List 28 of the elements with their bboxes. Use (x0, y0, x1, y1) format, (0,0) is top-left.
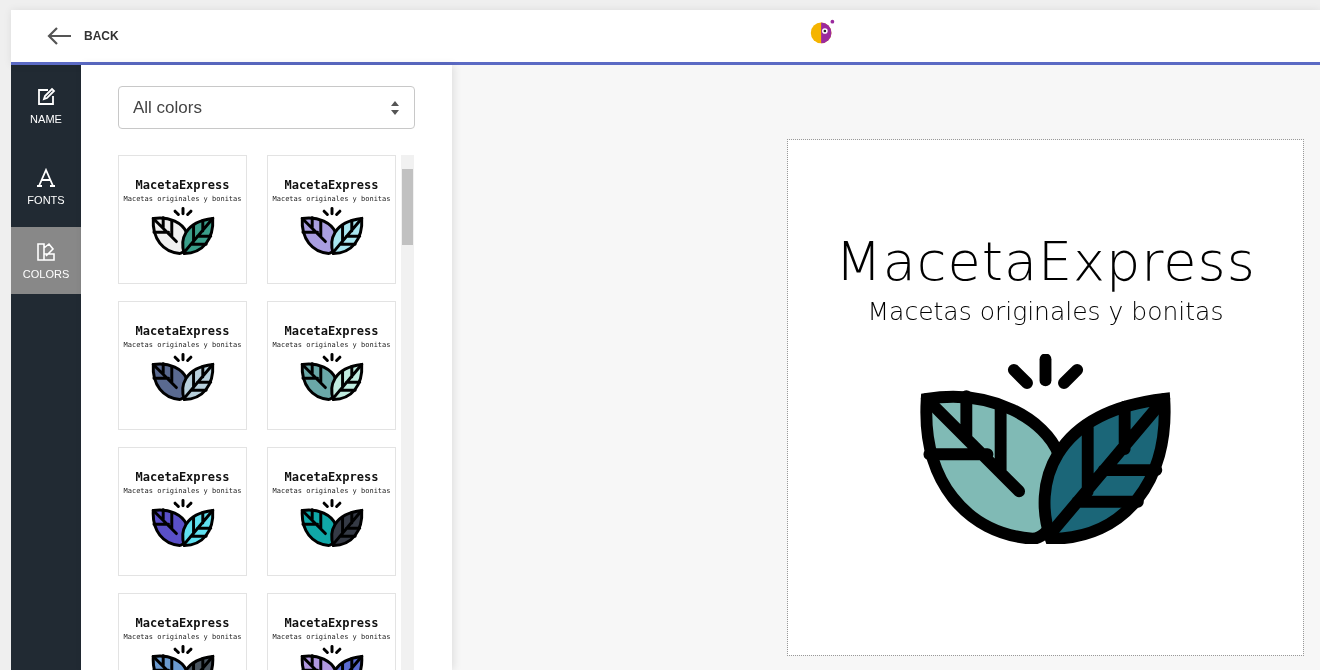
sort-caret-icon (390, 99, 400, 116)
font-icon (36, 167, 56, 188)
color-filter-dropdown[interactable]: All colors (118, 86, 415, 129)
logo-title: MacetaExpress (135, 616, 230, 630)
logo-title: MacetaExpress (135, 324, 230, 338)
logo-title: MacetaExpress (135, 470, 230, 484)
leaves-drawing (298, 499, 365, 547)
logo-title: MacetaExpress (835, 230, 1256, 293)
logo-title: MacetaExpress (284, 324, 379, 338)
back-button[interactable]: BACK (46, 26, 119, 46)
leaves-drawing (149, 353, 216, 401)
edit-icon (36, 86, 56, 107)
leaves-drawing (298, 353, 365, 401)
logo-title: MacetaExpress (135, 178, 230, 192)
logo-title: MacetaExpress (284, 470, 379, 484)
logo-title: MacetaExpress (284, 616, 379, 630)
leaves-drawing (149, 499, 216, 547)
scrollbar[interactable] (401, 155, 414, 670)
leaves-drawing (149, 207, 216, 255)
sidebar-item[interactable]: NAME (11, 65, 81, 146)
leaves-drawing (298, 207, 365, 255)
sidebar-item[interactable]: COLORS (11, 227, 81, 294)
logo-tagline: Macetas originales y bonitas (867, 297, 1224, 326)
logo-title: MacetaExpress (284, 178, 379, 192)
sidebar-item[interactable]: FONTS (11, 146, 81, 227)
back-arrow-icon (46, 26, 72, 46)
scrollbar-thumb[interactable] (402, 169, 413, 245)
swatch-icon (36, 241, 56, 262)
